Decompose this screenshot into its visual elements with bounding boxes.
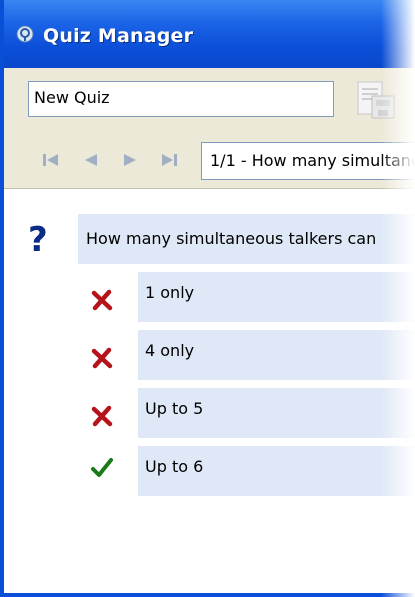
checkmark-icon bbox=[91, 458, 113, 477]
answer-option-2[interactable]: 4 only bbox=[138, 330, 415, 380]
cross-icon bbox=[91, 347, 113, 369]
document-icon[interactable] bbox=[354, 78, 398, 122]
quiz-manager-window: Quiz Manager New Quiz 1/1 - How many sim… bbox=[0, 0, 415, 597]
cross-icon bbox=[91, 405, 113, 427]
question-text[interactable]: How many simultaneous talkers can bbox=[78, 214, 415, 264]
window-title: Quiz Manager bbox=[43, 25, 194, 47]
first-icon[interactable] bbox=[42, 152, 60, 168]
next-icon[interactable] bbox=[121, 152, 139, 168]
cross-icon bbox=[91, 289, 113, 311]
answer-option-3[interactable]: Up to 5 bbox=[138, 388, 415, 438]
app-logo-icon bbox=[16, 25, 34, 43]
question-mark-icon: ? bbox=[28, 220, 48, 260]
answer-option-1[interactable]: 1 only bbox=[138, 272, 415, 322]
quiz-name-input[interactable]: New Quiz bbox=[28, 81, 334, 117]
answer-option-4[interactable]: Up to 6 bbox=[138, 446, 415, 496]
title-bar[interactable]: Quiz Manager bbox=[4, 0, 415, 68]
last-icon[interactable] bbox=[160, 152, 178, 168]
previous-icon[interactable] bbox=[82, 152, 100, 168]
question-selector[interactable]: 1/1 - How many simultaneous talkers can bbox=[201, 142, 415, 180]
